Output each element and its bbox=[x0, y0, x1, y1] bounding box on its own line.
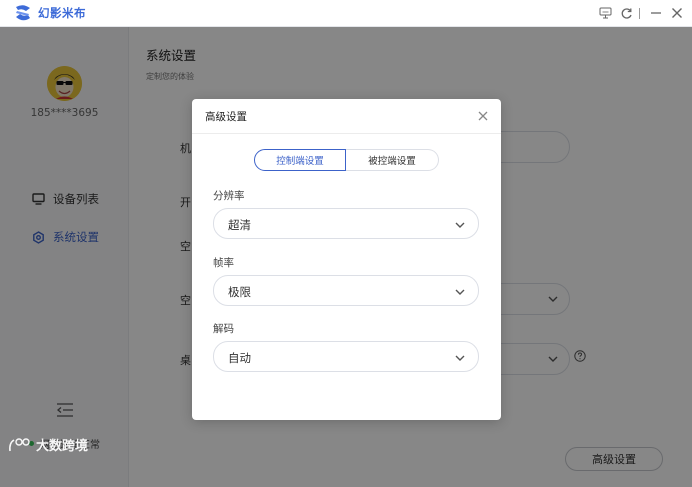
refresh-icon[interactable] bbox=[617, 4, 635, 22]
resolution-select[interactable]: 超清 bbox=[213, 208, 479, 239]
chevron-down-icon bbox=[455, 355, 465, 361]
dialog-title: 高级设置 bbox=[205, 111, 247, 123]
close-icon[interactable] bbox=[476, 109, 490, 123]
watermark-text: 大数跨境 bbox=[36, 439, 89, 454]
resolution-value: 超清 bbox=[228, 218, 251, 232]
title-bar: 幻影米布 bbox=[0, 0, 692, 27]
dialog-divider bbox=[192, 133, 501, 134]
window-controls bbox=[593, 3, 686, 23]
framerate-label: 帧率 bbox=[213, 257, 234, 269]
decode-select[interactable]: 自动 bbox=[213, 341, 479, 372]
framerate-select[interactable]: 极限 bbox=[213, 275, 479, 306]
chevron-down-icon bbox=[455, 222, 465, 228]
minimize-icon[interactable] bbox=[647, 4, 665, 22]
brand-name: 幻影米布 bbox=[38, 6, 86, 20]
watermark-logo-icon bbox=[9, 437, 30, 451]
chevron-down-icon bbox=[455, 289, 465, 295]
tab-controller-settings[interactable]: 控制端设置 bbox=[254, 149, 346, 171]
decode-value: 自动 bbox=[228, 351, 251, 365]
watermark: 大数跨境 bbox=[8, 435, 88, 454]
brand-logo-icon bbox=[16, 5, 30, 21]
framerate-value: 极限 bbox=[228, 285, 251, 299]
settings-tab-group: 控制端设置 被控端设置 bbox=[254, 149, 439, 171]
tab-controlled-settings[interactable]: 被控端设置 bbox=[346, 149, 439, 171]
decode-label: 解码 bbox=[213, 323, 234, 335]
advanced-settings-dialog: 高级设置 控制端设置 被控端设置 分辨率 超清 帧率 极限 解码 自动 bbox=[192, 99, 501, 420]
resolution-label: 分辨率 bbox=[213, 190, 245, 202]
close-window-icon[interactable] bbox=[668, 4, 686, 22]
screen-icon[interactable] bbox=[596, 4, 614, 22]
brand: 幻影米布 bbox=[13, 4, 86, 22]
window-divider bbox=[639, 7, 640, 19]
